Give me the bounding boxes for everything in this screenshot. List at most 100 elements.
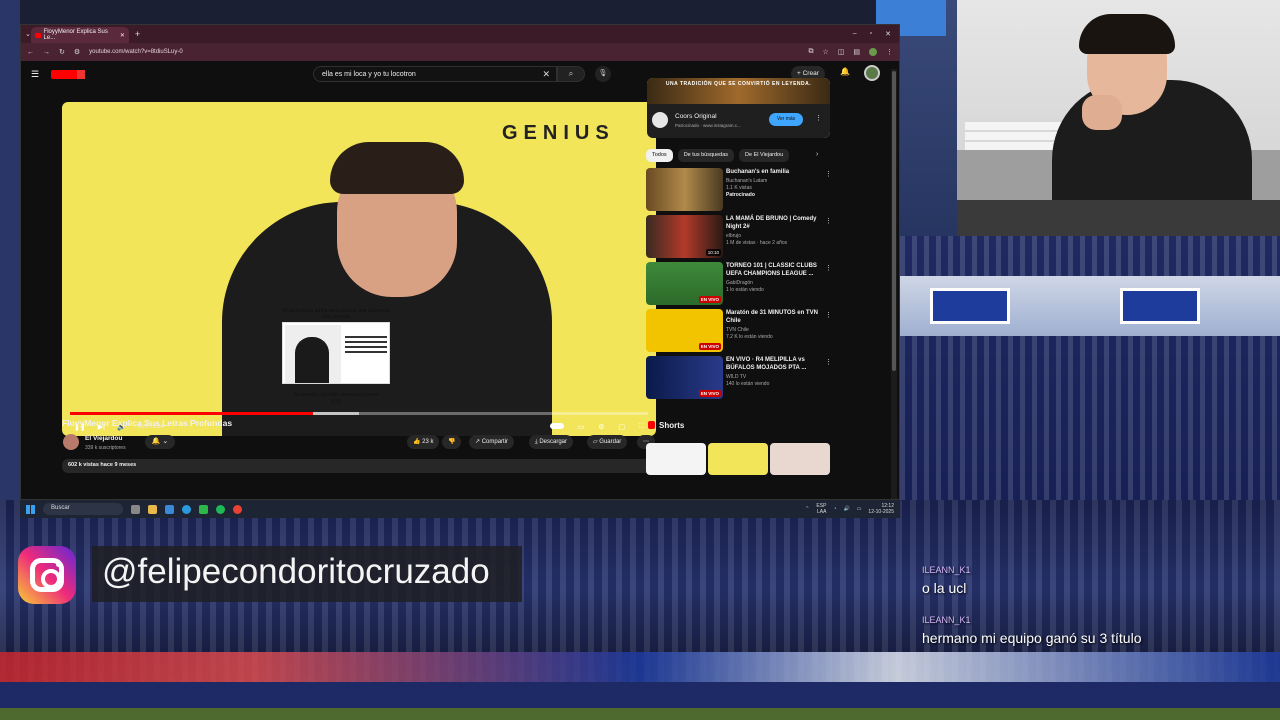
recommendation-item[interactable]: 10:10 LA MAMÁ DE BRUNO | Comedy Night 2#… bbox=[646, 215, 832, 259]
recommendation-meta: 1.1 K vistas bbox=[726, 185, 752, 191]
recommendation-item[interactable]: EN VIVO Maratón de 31 MINUTOS en TVN Chi… bbox=[646, 309, 832, 353]
video-player[interactable]: GENIUS Arrastra hacia arriba para realiz… bbox=[62, 102, 656, 436]
profile-avatar[interactable] bbox=[869, 48, 877, 56]
create-label: Crear bbox=[802, 70, 819, 77]
pitch bbox=[0, 708, 1280, 720]
taskbar-search[interactable]: Buscar bbox=[43, 503, 123, 515]
reload-icon[interactable]: ↻ bbox=[59, 48, 65, 56]
save-button[interactable]: ▱ Guardar bbox=[587, 435, 628, 449]
dislike-button[interactable]: 👎 bbox=[442, 435, 462, 449]
ad-menu-icon[interactable]: ⋮ bbox=[815, 114, 822, 122]
search-input[interactable]: ella es mi loca y yo tu locotron ✕ bbox=[313, 66, 557, 82]
recommendation-menu-icon[interactable]: ⋮ bbox=[825, 311, 832, 319]
tab-title: FloyyMenor Explica Sus Le... bbox=[43, 29, 108, 41]
task-view-icon[interactable] bbox=[131, 504, 140, 514]
battery-icon[interactable]: ▭ bbox=[857, 506, 862, 512]
theater-mode-icon[interactable]: ▢ bbox=[618, 423, 625, 431]
fullscreen-icon[interactable]: ⛶ bbox=[639, 423, 644, 431]
chat-username: ILEANN_K1 bbox=[922, 615, 971, 625]
recommendation-title: LA MAMÁ DE BRUNO | Comedy Night 2# bbox=[726, 216, 817, 230]
download-button[interactable]: ⤓ Descargar bbox=[529, 435, 574, 449]
chip-from-searches[interactable]: De tus búsquedas bbox=[677, 149, 735, 162]
recommendation-item[interactable]: EN VIVO EN VIVO · R4 MELIPILLA vs BÚFALO… bbox=[646, 356, 832, 400]
chip-from-channel[interactable]: De El Viejardou bbox=[739, 149, 790, 162]
back-icon[interactable]: ← bbox=[27, 49, 34, 56]
sidebar-ad[interactable]: UNA TRADICIÓN QUE SE CONVIRTIÓ EN LEYEND… bbox=[647, 78, 830, 138]
channel-name[interactable]: El Viejardou bbox=[85, 435, 122, 442]
scrollbar-thumb[interactable] bbox=[892, 71, 896, 371]
progress-bar[interactable] bbox=[70, 412, 648, 415]
recommendation-item[interactable]: Buchanan's en familia Buchanan's Latam 1… bbox=[646, 168, 832, 212]
description-box[interactable]: 602 k vistas hace 9 meses bbox=[62, 459, 656, 473]
chip-all[interactable]: Todos bbox=[646, 149, 673, 162]
browser-menu-icon[interactable]: ⋮ bbox=[886, 48, 893, 56]
recommendation-menu-icon[interactable]: ⋮ bbox=[825, 170, 832, 178]
site-info-icon[interactable]: ⚙ bbox=[74, 48, 80, 56]
search-icon: ⌕ bbox=[568, 69, 574, 78]
short-thumbnail[interactable] bbox=[646, 443, 706, 475]
video-person-hair bbox=[330, 142, 464, 194]
app-icon[interactable] bbox=[199, 504, 208, 514]
file-explorer-icon[interactable] bbox=[148, 504, 157, 514]
share-button[interactable]: ↗ Compartir bbox=[469, 435, 515, 449]
banner-block bbox=[1120, 288, 1200, 324]
minimize-icon[interactable]: – bbox=[853, 30, 857, 38]
page-scrollbar[interactable] bbox=[891, 69, 897, 499]
share-label: Compartir bbox=[481, 439, 509, 445]
clock[interactable]: 12:12 12-10-2025 bbox=[868, 503, 894, 515]
hamburger-menu-icon[interactable]: ☰ bbox=[31, 69, 41, 80]
settings-gear-icon[interactable]: ⚙ bbox=[598, 423, 604, 431]
extensions-icon[interactable]: ◫ bbox=[838, 48, 845, 56]
ad-cta-button[interactable]: Ver más bbox=[769, 113, 803, 126]
recommendation-menu-icon[interactable]: ⋮ bbox=[825, 358, 832, 366]
like-button[interactable]: 👍 23 k bbox=[407, 435, 440, 449]
subtitles-icon[interactable]: ▭ bbox=[578, 423, 585, 431]
url-field[interactable]: youtube.com/watch?v=8tdiuSLuy-0 bbox=[89, 49, 183, 55]
spotify-icon[interactable] bbox=[216, 504, 225, 514]
close-window-icon[interactable]: ✕ bbox=[885, 30, 891, 38]
preview-person bbox=[295, 337, 329, 383]
recommendation-channel: GabiDragón bbox=[726, 280, 753, 286]
language-indicator[interactable]: ESP LAA bbox=[816, 503, 826, 515]
tray-chevron-icon[interactable]: ⌃ bbox=[805, 506, 809, 512]
search-button[interactable]: ⌕ bbox=[557, 66, 585, 82]
windows-start-icon[interactable] bbox=[26, 504, 35, 514]
youtube-favicon-icon bbox=[34, 32, 41, 38]
install-icon[interactable]: ⧉ bbox=[808, 48, 813, 56]
forward-icon[interactable]: → bbox=[43, 49, 50, 56]
maximize-icon[interactable]: ▫ bbox=[870, 30, 872, 38]
subscription-bell-button[interactable]: 🔔 ⌄ bbox=[145, 435, 175, 449]
recommendation-thumbnail bbox=[646, 168, 723, 211]
volume-tray-icon[interactable]: 🔊 bbox=[843, 506, 849, 512]
sidebar-icon[interactable]: ▤ bbox=[853, 48, 860, 56]
recommendation-menu-icon[interactable]: ⋮ bbox=[825, 217, 832, 225]
wifi-icon[interactable]: ◔ bbox=[833, 506, 836, 512]
chips-next-icon[interactable]: › bbox=[816, 151, 818, 158]
search-clear-icon[interactable]: ✕ bbox=[542, 69, 550, 80]
short-thumbnail[interactable] bbox=[770, 443, 830, 475]
store-icon[interactable] bbox=[165, 504, 174, 514]
edge-icon[interactable] bbox=[182, 504, 191, 514]
tab-close-icon[interactable]: ✕ bbox=[120, 32, 125, 39]
system-tray: ⌃ ESP LAA ◔ 🔊 ▭ 12:12 12-10-2025 bbox=[805, 503, 900, 515]
account-avatar[interactable] bbox=[864, 65, 880, 81]
autoplay-toggle[interactable] bbox=[549, 423, 564, 429]
recommendation-menu-icon[interactable]: ⋮ bbox=[825, 264, 832, 272]
dislike-icon: 👎 bbox=[448, 439, 456, 445]
tab-list-icon[interactable]: ⌄ bbox=[25, 30, 31, 38]
ad-name: Coors Original bbox=[675, 113, 717, 120]
chrome-icon[interactable] bbox=[233, 504, 242, 514]
voice-search-icon[interactable]: 🎙 bbox=[595, 66, 611, 82]
short-thumbnail[interactable] bbox=[708, 443, 768, 475]
recommendation-meta: 1 M de vistas · hace 2 años bbox=[726, 240, 788, 246]
new-tab-icon[interactable]: + bbox=[135, 29, 140, 39]
chat-message: hermano mi equipo ganó su 3 título bbox=[922, 630, 1142, 646]
recommendation-item[interactable]: EN VIVO TORNEO 101 | CLASSIC CLUBS UEFA … bbox=[646, 262, 832, 306]
player-right-controls: ▭ ⚙ ▢ ⛶ bbox=[549, 423, 644, 431]
channel-avatar[interactable] bbox=[63, 434, 79, 450]
bookmark-star-icon[interactable]: ☆ bbox=[822, 48, 828, 56]
recommendation-channel: elbrujo bbox=[726, 233, 742, 239]
youtube-logo[interactable] bbox=[51, 69, 85, 79]
browser-tab[interactable]: FloyyMenor Explica Sus Le... ✕ bbox=[30, 27, 129, 43]
notifications-bell-icon[interactable]: 🔔 bbox=[840, 67, 850, 76]
